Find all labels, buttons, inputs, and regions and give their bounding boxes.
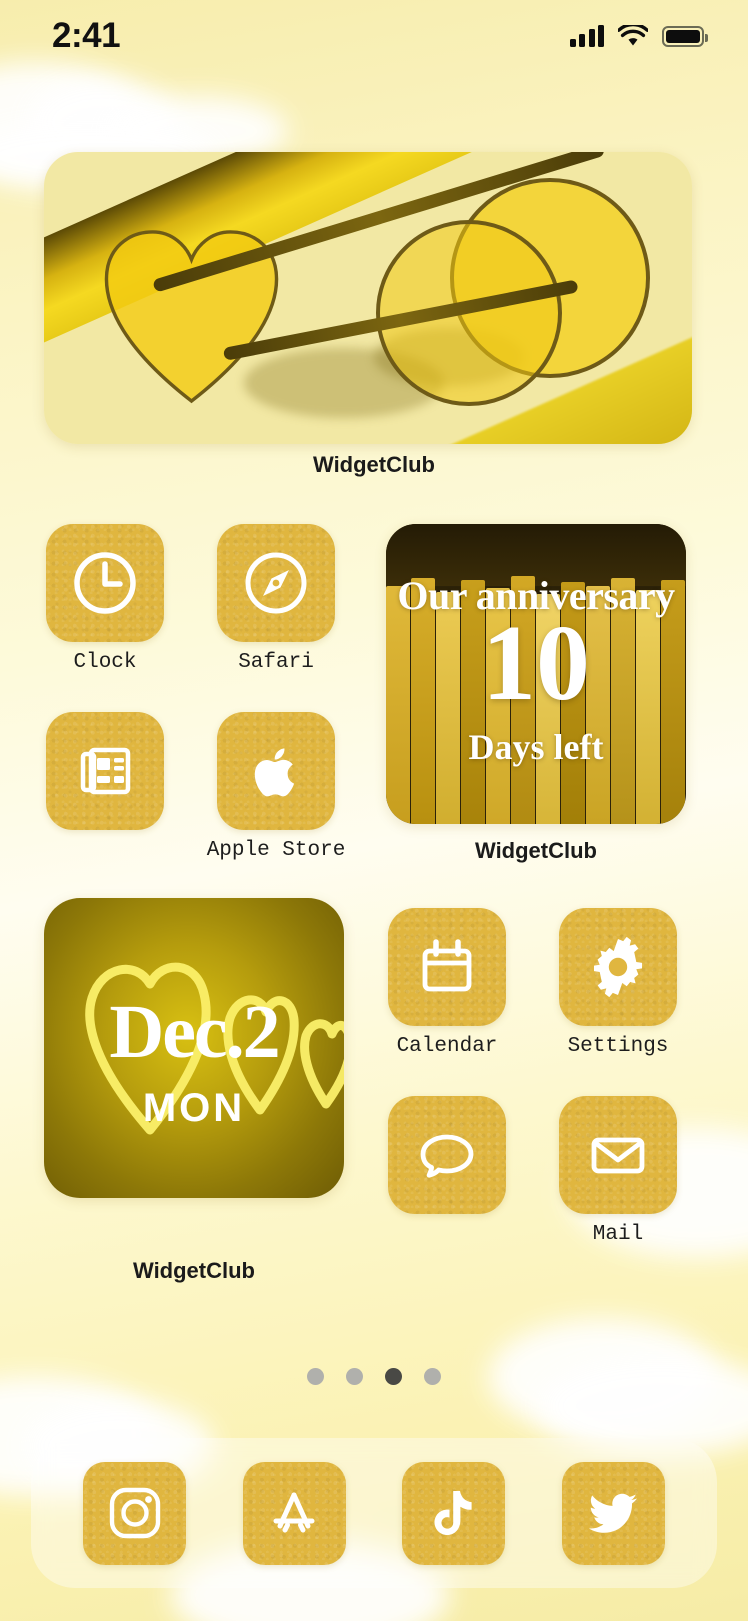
app-icon-apple-store[interactable]: Apple Store — [207, 712, 345, 862]
neon-heart-photo: Dec.2 MON — [44, 898, 344, 1198]
clock-tile — [46, 524, 164, 642]
date-widget-weekday: MON — [142, 1086, 246, 1130]
app-label-clock: Clock — [73, 651, 137, 674]
app-label-safari: Safari — [238, 651, 314, 674]
cellular-signal-icon — [569, 25, 604, 47]
envelope-icon — [591, 1137, 645, 1174]
widget-countdown-label: WidgetClub — [475, 838, 597, 863]
countdown-subtitle: Days left — [468, 727, 604, 767]
app-icon-calendar[interactable]: Calendar — [388, 908, 506, 1058]
app-label-settings: Settings — [567, 1035, 669, 1058]
dock-icon-app-store[interactable] — [242, 1461, 346, 1565]
widget-date-label: WidgetClub — [133, 1258, 255, 1283]
home-screen: WidgetClub Clock Safari Apple Store Our … — [0, 0, 748, 1621]
app-icon-mail[interactable]: Mail — [559, 1096, 677, 1246]
apple-logo-icon — [254, 748, 295, 797]
messages-tile — [388, 1096, 506, 1214]
dock-icon-tiktok[interactable] — [402, 1461, 506, 1565]
status-bar-indicators — [569, 24, 708, 48]
page-dot[interactable] — [346, 1368, 363, 1385]
dock-icon-twitter[interactable] — [561, 1461, 665, 1565]
status-bar-time: 2:41 — [52, 16, 121, 55]
message-bubble-icon — [420, 1134, 474, 1178]
app-icon-safari[interactable]: Safari — [217, 524, 335, 674]
wifi-icon — [618, 24, 648, 45]
clock-icon — [74, 552, 136, 614]
page-dot[interactable] — [424, 1368, 441, 1385]
gear-icon — [594, 936, 642, 998]
safari-tile — [217, 524, 335, 642]
compass-icon — [245, 552, 307, 614]
tiktok-icon — [434, 1491, 472, 1536]
apple-store-tile — [217, 712, 335, 830]
widget-photo-label: WidgetClub — [313, 452, 435, 477]
dock-icon-instagram[interactable] — [83, 1461, 187, 1565]
app-icon-messages[interactable] — [388, 1096, 506, 1223]
news-icon — [80, 747, 131, 795]
dock — [31, 1438, 717, 1588]
app-label-mail: Mail — [592, 1223, 644, 1246]
app-icon-clock[interactable]: Clock — [46, 524, 164, 674]
settings-tile — [559, 908, 677, 1026]
status-bar: 2:41 — [0, 0, 748, 72]
page-dot[interactable] — [307, 1368, 324, 1385]
calendar-tile — [388, 908, 506, 1026]
twitter-bird-icon — [589, 1493, 638, 1533]
app-label-apple-store: Apple Store — [206, 839, 346, 862]
date-widget-date: Dec.2 — [109, 990, 280, 1074]
app-icon-settings[interactable]: Settings — [559, 908, 677, 1058]
widget-date-neon[interactable]: Dec.2 MON — [44, 898, 344, 1198]
app-label-calendar: Calendar — [396, 1035, 498, 1058]
sunglasses-photo — [44, 152, 692, 444]
countdown-overlay: Our anniversary 10 Days left — [386, 524, 686, 824]
battery-icon — [662, 25, 708, 47]
app-icon-news[interactable] — [46, 712, 164, 839]
countdown-number: 10 — [482, 604, 590, 723]
news-tile — [46, 712, 164, 830]
widget-countdown-anniversary[interactable]: Our anniversary 10 Days left — [386, 524, 686, 824]
instagram-icon — [109, 1487, 160, 1539]
calendar-icon — [422, 939, 472, 992]
page-dot-active[interactable] — [385, 1368, 402, 1385]
page-indicator[interactable] — [0, 1368, 748, 1385]
widget-photo-sunglasses[interactable] — [44, 152, 692, 444]
mail-tile — [559, 1096, 677, 1214]
app-store-icon — [273, 1492, 315, 1533]
